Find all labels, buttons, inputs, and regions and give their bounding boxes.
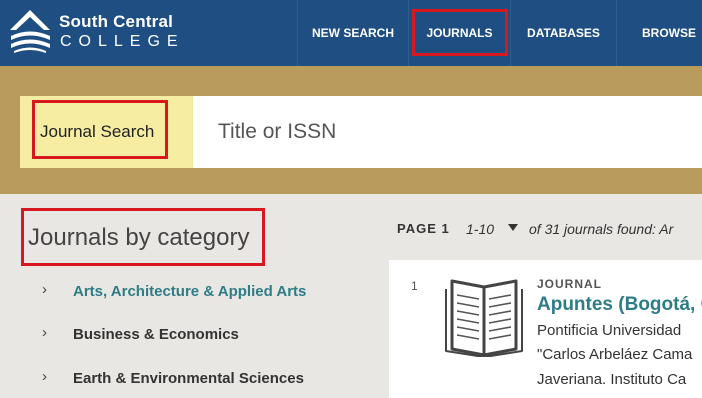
- journal-search-label: Journal Search: [20, 96, 193, 168]
- nav-new-search[interactable]: NEW SEARCH: [298, 0, 408, 66]
- chevron-right-icon: ›: [42, 281, 47, 298]
- category-arts[interactable]: › Arts, Architecture & Applied Arts: [42, 281, 362, 305]
- chevron-right-icon: ›: [42, 368, 47, 385]
- search-band: Journal Search Title or ISSN: [0, 66, 702, 194]
- result-number: 1: [411, 279, 418, 293]
- top-header: South Central COLLEGE NEW SEARCH JOURNAL…: [0, 0, 702, 66]
- category-label: Earth & Environmental Sciences: [73, 370, 304, 387]
- result-type: JOURNAL: [537, 277, 603, 291]
- category-label: Arts, Architecture & Applied Arts: [73, 283, 307, 300]
- south-central-logo-icon: [10, 10, 50, 53]
- nav-databases[interactable]: DATABASES: [511, 0, 616, 66]
- journal-search-label-text: Journal Search: [40, 122, 155, 141]
- brand-subtitle: COLLEGE: [60, 33, 185, 50]
- result-item: 1 JOURNAL Apuntes (Bogotá, C Pontificia …: [389, 260, 702, 398]
- results-count: of 31 journals found: Ar: [529, 221, 674, 237]
- categories-heading: Journals by category: [28, 224, 250, 251]
- nav-browse[interactable]: BROWSE: [617, 0, 702, 66]
- brand-name: South Central: [59, 12, 174, 31]
- open-book-icon: [445, 279, 523, 357]
- category-label: Business & Economics: [73, 326, 239, 343]
- result-publisher-line: Javeriana. Instituto Ca: [537, 371, 687, 388]
- result-publisher-line: Pontificia Universidad: [537, 322, 682, 339]
- journal-search-input[interactable]: Title or ISSN: [193, 96, 702, 168]
- category-earth[interactable]: › Earth & Environmental Sciences: [42, 368, 362, 392]
- result-publisher-line: "Carlos Arbeláez Cama: [537, 346, 693, 363]
- college-logo[interactable]: South Central COLLEGE: [8, 9, 198, 57]
- results-range-select[interactable]: 1-10: [466, 221, 494, 237]
- chevron-right-icon: ›: [42, 324, 47, 341]
- result-title-link[interactable]: Apuntes (Bogotá, C: [537, 294, 702, 316]
- search-placeholder: Title or ISSN: [218, 120, 337, 143]
- caret-down-icon[interactable]: [508, 224, 518, 231]
- nav-journals[interactable]: JOURNALS: [409, 0, 510, 66]
- page-label: PAGE 1: [397, 221, 450, 236]
- category-business[interactable]: › Business & Economics: [42, 324, 362, 348]
